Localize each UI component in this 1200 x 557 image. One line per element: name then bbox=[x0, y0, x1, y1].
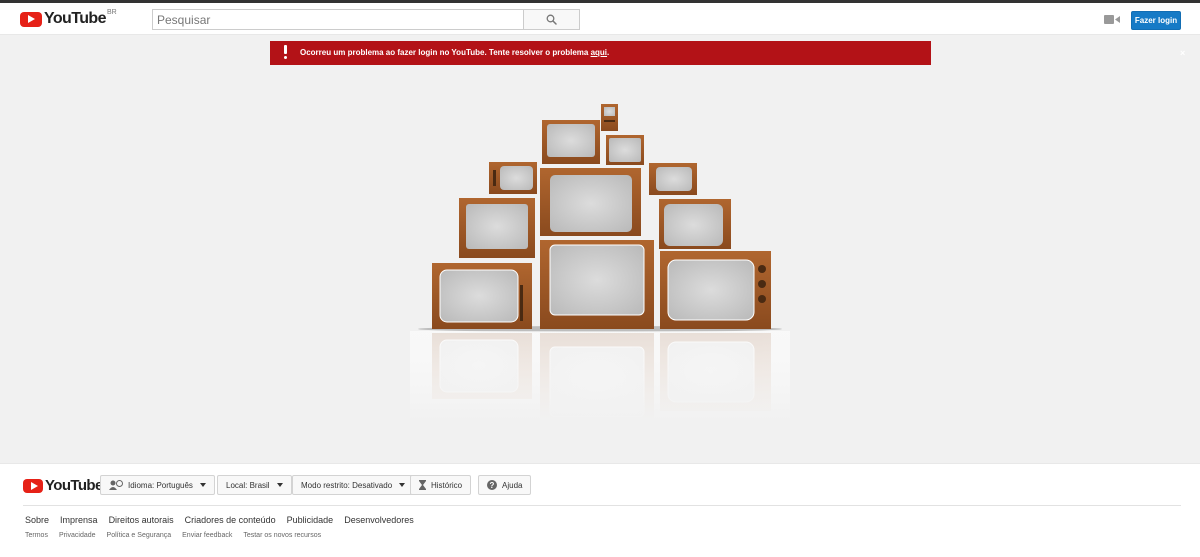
signin-button[interactable]: Fazer login bbox=[1131, 11, 1181, 30]
footer-divider bbox=[23, 505, 1181, 506]
footer-link-policy-safety[interactable]: Política e Segurança bbox=[107, 532, 172, 539]
masthead: YouTube BR Fazer login bbox=[0, 3, 1200, 35]
help-label: Ajuda bbox=[502, 480, 523, 490]
help-button[interactable]: ? Ajuda bbox=[478, 475, 532, 495]
footer-link-developers[interactable]: Desenvolvedores bbox=[344, 515, 414, 525]
svg-text:?: ? bbox=[490, 481, 495, 490]
country-code: BR bbox=[107, 9, 117, 16]
footer-youtube-logo[interactable]: YouTube bbox=[23, 477, 103, 494]
footer-link-privacy[interactable]: Privacidade bbox=[59, 532, 96, 539]
footer-link-terms[interactable]: Termos bbox=[25, 532, 48, 539]
error-banner: Ocorreu um problema ao fazer login no Yo… bbox=[270, 41, 1185, 65]
play-logo-icon bbox=[23, 478, 43, 493]
error-help-link[interactable]: aqui bbox=[591, 48, 607, 57]
history-button[interactable]: Histórico bbox=[410, 475, 472, 495]
chevron-down-icon bbox=[199, 483, 206, 487]
footer-logo-text: YouTube bbox=[45, 477, 103, 494]
footer-link-creators[interactable]: Criadores de conteúdo bbox=[185, 515, 276, 525]
exclamation-icon bbox=[281, 45, 289, 61]
footer-link-feedback[interactable]: Enviar feedback bbox=[182, 532, 232, 539]
restricted-mode-picker[interactable]: Modo restrito: Desativado bbox=[292, 475, 415, 495]
youtube-logo[interactable]: YouTube BR bbox=[20, 9, 117, 28]
hourglass-icon bbox=[419, 480, 426, 490]
chevron-down-icon bbox=[276, 483, 283, 487]
location-picker[interactable]: Local: Brasil bbox=[217, 475, 292, 495]
location-label: Local: Brasil bbox=[226, 480, 270, 490]
language-picker[interactable]: Idioma: Português bbox=[100, 475, 215, 495]
error-message: Ocorreu um problema ao fazer login no Yo… bbox=[300, 48, 609, 57]
footer-link-test-features[interactable]: Testar os novos recursos bbox=[243, 532, 321, 539]
history-label: Histórico bbox=[431, 480, 463, 490]
language-label: Idioma: Português bbox=[128, 480, 193, 490]
footer-primary-links: Sobre Imprensa Direitos autorais Criador… bbox=[25, 515, 425, 525]
search-button[interactable] bbox=[523, 9, 580, 30]
chevron-down-icon bbox=[399, 483, 406, 487]
close-icon[interactable]: × bbox=[1180, 48, 1185, 58]
help-icon: ? bbox=[487, 480, 497, 490]
footer-link-press[interactable]: Imprensa bbox=[60, 515, 98, 525]
footer-link-advertise[interactable]: Publicidade bbox=[287, 515, 334, 525]
footer-secondary-links: Termos Privacidade Política e Segurança … bbox=[25, 532, 332, 539]
footer-link-about[interactable]: Sobre bbox=[25, 515, 49, 525]
search-input[interactable] bbox=[152, 9, 524, 30]
video-camera-icon[interactable] bbox=[1104, 14, 1120, 25]
logo-text: YouTube bbox=[44, 10, 106, 27]
language-icon bbox=[109, 480, 123, 490]
search-icon bbox=[546, 14, 557, 25]
play-logo-icon bbox=[20, 11, 42, 27]
stacked-televisions-illustration bbox=[410, 104, 790, 420]
error-message-suffix: . bbox=[607, 48, 610, 57]
restricted-mode-label: Modo restrito: Desativado bbox=[301, 480, 393, 490]
error-message-text: Ocorreu um problema ao fazer login no Yo… bbox=[300, 48, 591, 57]
footer: YouTube Idioma: Português Local: Brasil … bbox=[0, 463, 1200, 557]
footer-link-copyright[interactable]: Direitos autorais bbox=[109, 515, 174, 525]
